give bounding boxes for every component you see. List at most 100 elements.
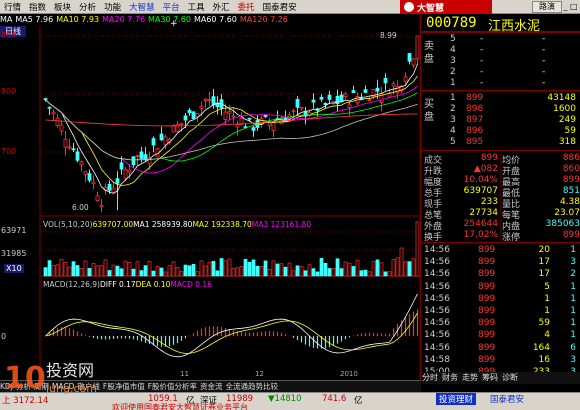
tick-flag: 6	[570, 342, 576, 353]
candle-body	[139, 151, 144, 159]
stat-value-1: 639707	[463, 186, 498, 196]
candle-body	[123, 169, 128, 179]
tick-row: 14:56 899 59 1	[422, 318, 580, 329]
candle-body	[51, 111, 56, 115]
menu-item-4[interactable]: 功能	[100, 1, 125, 13]
sell-row[interactable]: 2 - -	[422, 67, 580, 78]
indicator-tab-3[interactable]: MACD	[52, 382, 74, 391]
volume-bar	[143, 265, 148, 277]
sell-row[interactable]: 5 - -	[422, 34, 580, 45]
volume-bar	[75, 265, 80, 277]
volume-bar	[299, 266, 304, 277]
volume-bar	[315, 271, 320, 277]
menu-item-10[interactable]: 国泰君安	[259, 1, 301, 13]
buy-row[interactable]: 1 899 43148	[422, 93, 580, 104]
buy-row[interactable]: 4 896 59	[422, 126, 580, 137]
menu-item-2[interactable]: 板块	[50, 1, 75, 13]
candle-body	[391, 83, 396, 87]
tick-price: 899	[478, 330, 496, 341]
volume-bar	[355, 259, 360, 277]
sell-volume: -	[542, 56, 546, 66]
candle-body	[271, 122, 276, 132]
volume-bar	[339, 268, 344, 277]
sell-level: 5	[450, 34, 456, 44]
quote-tab-3[interactable]: 筹码	[482, 373, 498, 382]
volume-bar	[231, 268, 236, 277]
indicator-tab-8[interactable]: 全流通趋势比较	[226, 382, 279, 391]
invest-button[interactable]: 投资理财	[436, 393, 477, 405]
sell-row[interactable]: 4 - -	[422, 45, 580, 56]
gtja-button[interactable]: 国泰君安	[490, 393, 524, 405]
indicator-tab-0[interactable]: KDJ	[0, 382, 13, 391]
menu-item-5[interactable]: 大智慧	[125, 1, 159, 13]
sell-level: 4	[450, 45, 456, 55]
indicator-tab-1[interactable]: 分析	[16, 382, 31, 391]
kline-chart-panel[interactable]: MA MA5 7.96 MA10 7.93 MA20 7.76 MA30 7.60 MA6…	[0, 14, 421, 380]
stat-row: 总笔 27734 每笔 23.07	[422, 208, 580, 221]
buy-price: 899	[466, 93, 484, 103]
quote-tab-4[interactable]: 诊断	[502, 373, 518, 382]
menu-item-8[interactable]: 外汇	[209, 1, 234, 13]
menu-item-0[interactable]: 行情	[0, 1, 25, 13]
sh-index: 上 3172.14	[2, 396, 49, 406]
indicator-tab-6[interactable]: F股价值分析率	[148, 382, 197, 391]
menu-item-3[interactable]: 分析	[75, 1, 100, 13]
quote-tab-0[interactable]: 分时	[422, 373, 438, 382]
indicator-tab-2[interactable]: 周期	[34, 382, 49, 391]
sell-row[interactable]: 1 - -	[422, 78, 580, 89]
volume-bar	[191, 263, 196, 277]
tick-flag: 1	[570, 293, 576, 304]
candle-body	[383, 78, 388, 84]
stat-value-1: 899	[480, 153, 498, 163]
sell-price: -	[480, 56, 484, 66]
candle-body	[263, 114, 268, 117]
candle-body	[203, 98, 208, 101]
candle-body	[299, 106, 304, 110]
indicator-tab-4[interactable]: 散户线	[77, 382, 100, 391]
menu-item-9[interactable]: 委托	[234, 1, 259, 13]
quote-tab-2[interactable]: 走势	[462, 373, 478, 382]
menu-item-1[interactable]: 指数	[25, 1, 50, 13]
tick-row: 14:58 899 16 3	[422, 355, 580, 366]
menu-item-6[interactable]: 平台	[159, 1, 184, 13]
volume-bar	[399, 247, 404, 277]
stock-header[interactable]: 000789 江西水泥	[422, 14, 580, 34]
buy-price: 896	[466, 126, 484, 136]
tick-time: 14:56	[424, 342, 450, 353]
tick-volume: 1	[544, 306, 550, 316]
volume-bar	[163, 271, 168, 277]
buy-row[interactable]: 5 895 318	[422, 137, 580, 148]
tick-price: 899	[478, 245, 496, 255]
volume-bar	[147, 261, 152, 277]
tick-price: 899	[478, 354, 496, 365]
tick-price: 899	[478, 257, 496, 268]
buy-row[interactable]: 2 898 1600	[422, 104, 580, 115]
quote-tab-1[interactable]: 财务	[442, 373, 458, 382]
tick-volume: 59	[538, 318, 550, 329]
volume-bar	[183, 264, 188, 277]
sell-row[interactable]: 3 - -	[422, 56, 580, 67]
candle-body	[351, 90, 356, 94]
volume-bar	[243, 258, 248, 277]
indicator-tab-5[interactable]: F股净值市值	[103, 382, 145, 391]
indicator-tab-7[interactable]: 资金流	[200, 382, 223, 391]
candle-body	[115, 178, 120, 184]
status-bar: 上 3172.14 1059.1 亿 深证 11989 ▼14810 741.6…	[0, 392, 580, 410]
candle-body	[135, 155, 140, 157]
volume-bar	[235, 267, 240, 277]
volume-bar	[215, 270, 220, 277]
stat-value-2: 385063	[545, 219, 580, 229]
menu-item-7[interactable]: 工具	[184, 1, 209, 13]
candle-body	[231, 115, 236, 118]
volume-bar	[323, 262, 328, 277]
candle-body	[131, 156, 136, 166]
roadshow-button[interactable]: 路演	[532, 1, 562, 13]
stat-value-1: ▲082	[473, 164, 498, 174]
window-controls[interactable]: _ □ ×	[562, 1, 579, 23]
candle-body	[95, 195, 100, 202]
candle-body	[251, 127, 256, 131]
volume-bar	[51, 265, 56, 277]
candle-body	[163, 136, 168, 146]
tick-price: 899	[478, 281, 496, 292]
buy-row[interactable]: 3 897 249	[422, 115, 580, 126]
